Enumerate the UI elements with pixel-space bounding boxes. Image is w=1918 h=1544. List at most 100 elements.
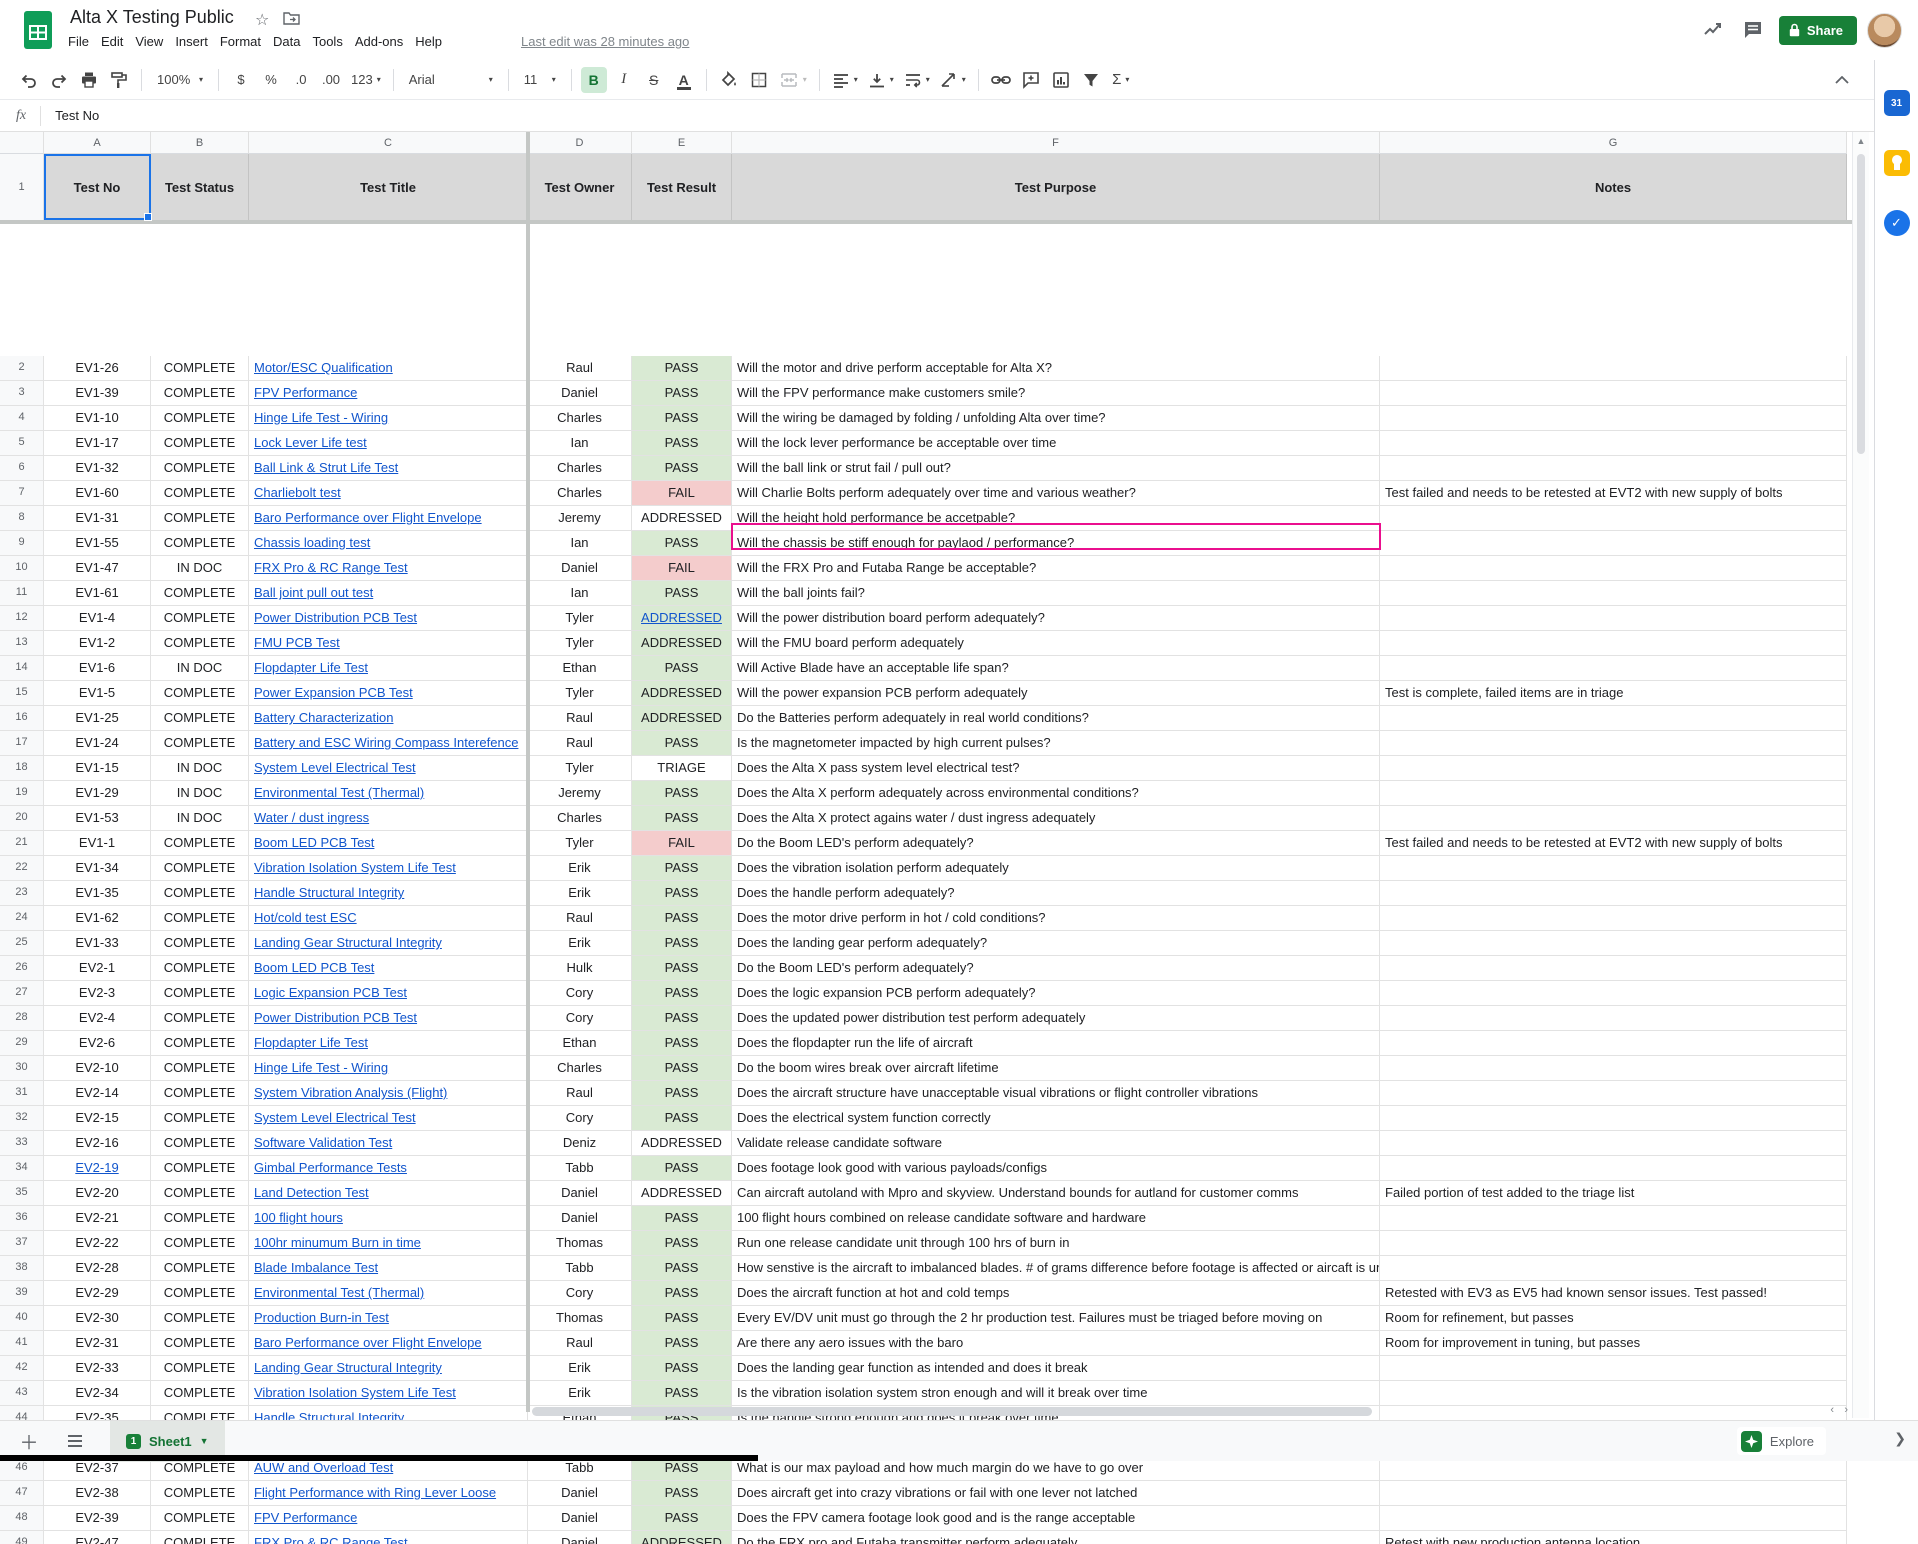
row-number[interactable]: 12 (0, 606, 44, 631)
notes-cell[interactable] (1380, 1481, 1847, 1506)
row-number[interactable]: 18 (0, 756, 44, 781)
test-status-cell[interactable]: COMPLETE (151, 881, 249, 906)
test-no-cell[interactable]: EV2-31 (44, 1331, 151, 1356)
test-title-link[interactable]: Logic Expansion PCB Test (254, 985, 407, 1000)
test-no-cell[interactable]: EV2-21 (44, 1206, 151, 1231)
test-title-cell[interactable]: Environmental Test (Thermal) (249, 781, 528, 806)
test-purpose-cell[interactable]: Is the magnetometer impacted by high cur… (732, 731, 1380, 756)
formula-bar[interactable]: fx Test No (0, 100, 1918, 132)
test-owner-cell[interactable]: Ethan (528, 1031, 632, 1056)
test-title-cell[interactable]: Gimbal Performance Tests (249, 1156, 528, 1181)
test-title-cell[interactable]: Baro Performance over Flight Envelope (249, 506, 528, 531)
test-owner-cell[interactable]: Raul (528, 706, 632, 731)
row-number[interactable]: 2 (0, 356, 44, 381)
test-purpose-cell[interactable]: Does aircraft get into crazy vibrations … (732, 1481, 1380, 1506)
test-title-link[interactable]: Power Distribution PCB Test (254, 610, 417, 625)
test-status-cell[interactable]: COMPLETE (151, 531, 249, 556)
menu-view[interactable]: View (129, 31, 169, 52)
insert-chart-button[interactable] (1048, 67, 1074, 93)
test-title-link[interactable]: System Level Electrical Test (254, 1110, 416, 1125)
row-number[interactable]: 11 (0, 581, 44, 606)
test-purpose-cell[interactable]: Does the handle perform adequately? (732, 881, 1380, 906)
notes-cell[interactable] (1380, 1006, 1847, 1031)
row-number[interactable]: 10 (0, 556, 44, 581)
test-purpose-cell[interactable]: Will the wiring be damaged by folding / … (732, 406, 1380, 431)
menu-file[interactable]: File (62, 31, 95, 52)
test-title-cell[interactable]: 100hr minumum Burn in time (249, 1231, 528, 1256)
test-status-cell[interactable]: COMPLETE (151, 1156, 249, 1181)
test-purpose-cell[interactable]: Does the motor drive perform in hot / co… (732, 906, 1380, 931)
fill-color-button[interactable] (716, 67, 742, 93)
test-no-cell[interactable]: EV1-6 (44, 656, 151, 681)
test-no-cell[interactable]: EV1-31 (44, 506, 151, 531)
test-no-cell[interactable]: EV1-60 (44, 481, 151, 506)
text-wrap-button[interactable]: ▾ (901, 67, 933, 93)
test-status-cell[interactable]: COMPLETE (151, 606, 249, 631)
test-title-link[interactable]: FPV Performance (254, 385, 357, 400)
test-status-cell[interactable]: COMPLETE (151, 631, 249, 656)
test-no-cell[interactable]: EV2-34 (44, 1381, 151, 1406)
test-status-cell[interactable]: IN DOC (151, 756, 249, 781)
test-result-cell[interactable]: FAIL (632, 481, 732, 506)
font-select[interactable]: Arial▾ (403, 67, 499, 93)
notes-cell[interactable] (1380, 881, 1847, 906)
test-result-cell[interactable]: PASS (632, 1156, 732, 1181)
test-owner-cell[interactable]: Thomas (528, 1231, 632, 1256)
test-result-cell[interactable]: PASS (632, 1356, 732, 1381)
test-status-cell[interactable]: IN DOC (151, 806, 249, 831)
row-number[interactable]: 25 (0, 931, 44, 956)
test-owner-cell[interactable]: Raul (528, 731, 632, 756)
test-title-cell[interactable]: FRX Pro & RC Range Test (249, 556, 528, 581)
sheet-tab-label[interactable]: Sheet1 (149, 1434, 192, 1449)
test-result-cell[interactable]: PASS (632, 931, 732, 956)
comment-history-icon[interactable] (1733, 10, 1773, 50)
insert-link-button[interactable] (988, 67, 1014, 93)
test-purpose-cell[interactable]: Will Active Blade have an acceptable lif… (732, 656, 1380, 681)
test-title-link[interactable]: Boom LED PCB Test (254, 835, 374, 850)
test-no-cell[interactable]: EV1-35 (44, 881, 151, 906)
row-number[interactable]: 42 (0, 1356, 44, 1381)
share-button[interactable]: Share (1779, 16, 1857, 45)
frozen-row-divider[interactable] (0, 220, 1852, 224)
test-no-cell[interactable]: EV2-47 (44, 1531, 151, 1544)
row-number[interactable]: 16 (0, 706, 44, 731)
zoom-select[interactable]: 100%▾ (151, 67, 209, 93)
test-title-link[interactable]: Landing Gear Structural Integrity (254, 935, 442, 950)
test-title-cell[interactable]: Boom LED PCB Test (249, 831, 528, 856)
test-status-cell[interactable]: COMPLETE (151, 506, 249, 531)
test-title-cell[interactable]: Production Burn-in Test (249, 1306, 528, 1331)
test-purpose-cell[interactable]: Validate release candidate software (732, 1131, 1380, 1156)
test-purpose-cell[interactable]: Will the power distribution board perfor… (732, 606, 1380, 631)
test-result-cell[interactable]: PASS (632, 731, 732, 756)
menu-tools[interactable]: Tools (306, 31, 348, 52)
test-status-cell[interactable]: COMPLETE (151, 381, 249, 406)
test-no-cell[interactable]: EV1-26 (44, 356, 151, 381)
format-currency-button[interactable]: $ (228, 67, 254, 93)
test-result-cell[interactable]: PASS (632, 906, 732, 931)
notes-cell[interactable] (1380, 556, 1847, 581)
header-cell-notes[interactable]: Notes (1380, 154, 1847, 220)
row-number[interactable]: 32 (0, 1106, 44, 1131)
test-owner-cell[interactable]: Erik (528, 881, 632, 906)
test-title-link[interactable]: Charliebolt test (254, 485, 341, 500)
row-number[interactable]: 6 (0, 456, 44, 481)
test-no-cell[interactable]: EV2-29 (44, 1281, 151, 1306)
test-no-cell[interactable]: EV1-32 (44, 456, 151, 481)
test-owner-cell[interactable]: Tyler (528, 831, 632, 856)
test-purpose-cell[interactable]: Do the Boom LED's perform adequately? (732, 831, 1380, 856)
all-sheets-button[interactable] (58, 1424, 92, 1458)
test-title-cell[interactable]: Power Expansion PCB Test (249, 681, 528, 706)
test-no-cell[interactable]: EV1-33 (44, 931, 151, 956)
test-title-cell[interactable]: Flopdapter Life Test (249, 656, 528, 681)
test-result-cell[interactable]: PASS (632, 1481, 732, 1506)
test-status-cell[interactable]: COMPLETE (151, 1106, 249, 1131)
test-title-cell[interactable]: Battery and ESC Wiring Compass Interefen… (249, 731, 528, 756)
test-no-cell[interactable]: EV1-62 (44, 906, 151, 931)
test-purpose-cell[interactable]: Run one release candidate unit through 1… (732, 1231, 1380, 1256)
merge-cells-button[interactable]: ▾ (776, 67, 810, 93)
test-no-cell[interactable]: EV2-38 (44, 1481, 151, 1506)
test-owner-cell[interactable]: Ian (528, 431, 632, 456)
test-title-link[interactable]: Flopdapter Life Test (254, 1035, 368, 1050)
test-title-link[interactable]: Production Burn-in Test (254, 1310, 389, 1325)
keep-icon[interactable] (1884, 150, 1910, 176)
